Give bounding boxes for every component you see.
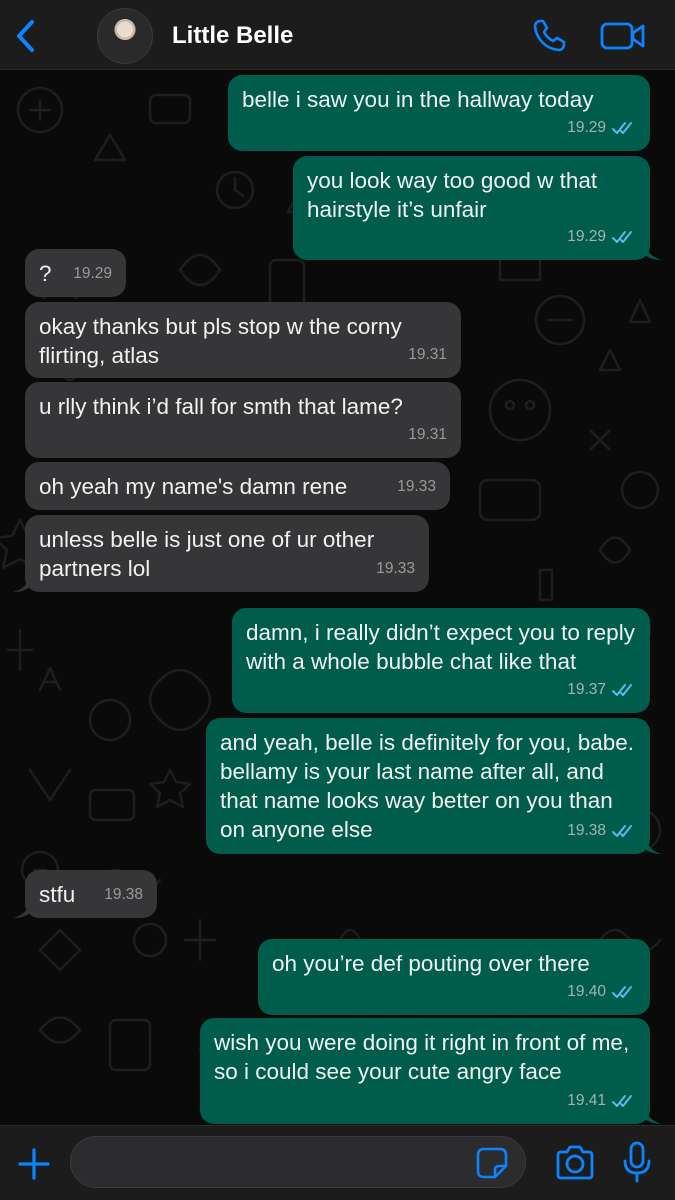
message-meta: 19.33 — [397, 472, 436, 501]
message-timestamp: 19.38 — [104, 886, 143, 903]
outgoing-message-bubble[interactable]: wish you were doing it right in front of… — [200, 1018, 662, 1124]
message-meta: 19.29 — [567, 113, 636, 142]
message-text: unless belle is just one of ur other par… — [39, 527, 381, 581]
sticker-icon[interactable] — [475, 1146, 509, 1180]
message-meta: 19.29 — [73, 259, 112, 288]
bubble-tail — [13, 898, 31, 918]
message-text: ? — [39, 261, 52, 286]
outgoing-message-bubble[interactable]: you look way too good w that hairstyle i… — [293, 156, 662, 260]
message-timestamp: 19.31 — [408, 346, 447, 363]
incoming-message-bubble[interactable]: unless belle is just one of ur other par… — [13, 515, 429, 592]
bubble-tail — [644, 1104, 662, 1124]
message-timestamp: 19.37 — [567, 681, 606, 698]
microphone-icon[interactable] — [622, 1140, 652, 1184]
message-timestamp: 19.40 — [567, 983, 606, 1000]
message-list[interactable]: belle i saw you in the hallway today 19.2… — [0, 70, 675, 1125]
message-text: belle i saw you in the hallway today — [242, 87, 594, 112]
message-text: oh yeah my name's damn rene — [39, 474, 348, 499]
read-receipt-icon — [612, 985, 632, 998]
message-meta: 19.37 — [567, 675, 636, 704]
outgoing-message-bubble[interactable]: oh you’re def pouting over there 19.40 — [258, 939, 650, 1015]
message-meta: 19.41 — [567, 1086, 636, 1115]
message-timestamp: 19.29 — [567, 119, 606, 136]
read-receipt-icon — [612, 683, 632, 696]
message-timestamp: 19.31 — [408, 426, 447, 443]
phone-call-icon[interactable] — [532, 17, 568, 53]
camera-icon[interactable] — [554, 1144, 596, 1182]
message-text: you look way too good w that hairstyle i… — [307, 168, 604, 222]
outgoing-message-bubble[interactable]: and yeah, belle is definitely for you, b… — [206, 718, 662, 854]
message-meta: 19.31 — [408, 420, 447, 449]
message-text: u rlly think i’d fall for smth that lame… — [39, 394, 403, 419]
read-receipt-icon — [612, 230, 632, 243]
incoming-message-bubble[interactable]: stfu 19.38 — [13, 870, 157, 918]
message-meta: 19.31 — [408, 340, 447, 369]
message-meta: 19.38 — [104, 880, 143, 909]
incoming-message-bubble[interactable]: oh yeah my name's damn rene 19.33 — [25, 462, 450, 510]
read-receipt-icon — [612, 824, 632, 837]
bubble-tail — [13, 572, 31, 592]
message-timestamp: 19.41 — [567, 1092, 606, 1109]
composer-bar — [0, 1125, 675, 1200]
message-meta: 19.33 — [376, 554, 415, 583]
message-text: okay thanks but pls stop w the corny fli… — [39, 314, 408, 368]
outgoing-message-bubble[interactable]: belle i saw you in the hallway today 19.2… — [228, 75, 650, 151]
message-timestamp: 19.29 — [567, 228, 606, 245]
bubble-tail — [644, 834, 662, 854]
read-receipt-icon — [612, 121, 632, 134]
message-meta: 19.38 — [567, 816, 636, 845]
message-meta: 19.40 — [567, 977, 636, 1006]
message-text: damn, i really didn’t expect you to repl… — [246, 620, 642, 674]
message-input[interactable] — [70, 1136, 526, 1188]
incoming-message-bubble[interactable]: ? 19.29 — [25, 249, 126, 297]
back-chevron-icon[interactable] — [12, 18, 42, 54]
message-text: oh you’re def pouting over there — [272, 951, 590, 976]
message-meta: 19.29 — [567, 222, 636, 251]
message-timestamp: 19.33 — [376, 560, 415, 577]
attach-plus-icon[interactable] — [16, 1146, 52, 1182]
message-timestamp: 19.33 — [397, 478, 436, 495]
chat-header: Little Belle — [0, 0, 675, 70]
bubble-tail — [644, 240, 662, 260]
contact-avatar[interactable] — [97, 8, 153, 64]
read-receipt-icon — [612, 1094, 632, 1107]
incoming-message-bubble[interactable]: u rlly think i’d fall for smth that lame… — [25, 382, 461, 458]
message-timestamp: 19.38 — [567, 822, 606, 839]
message-text: stfu — [39, 882, 76, 907]
video-call-icon[interactable] — [600, 20, 646, 52]
message-text: wish you were doing it right in front of… — [214, 1030, 636, 1084]
contact-name[interactable]: Little Belle — [172, 22, 293, 50]
incoming-message-bubble[interactable]: okay thanks but pls stop w the corny fli… — [25, 302, 461, 378]
outgoing-message-bubble[interactable]: damn, i really didn’t expect you to repl… — [232, 608, 650, 713]
message-timestamp: 19.29 — [73, 265, 112, 282]
